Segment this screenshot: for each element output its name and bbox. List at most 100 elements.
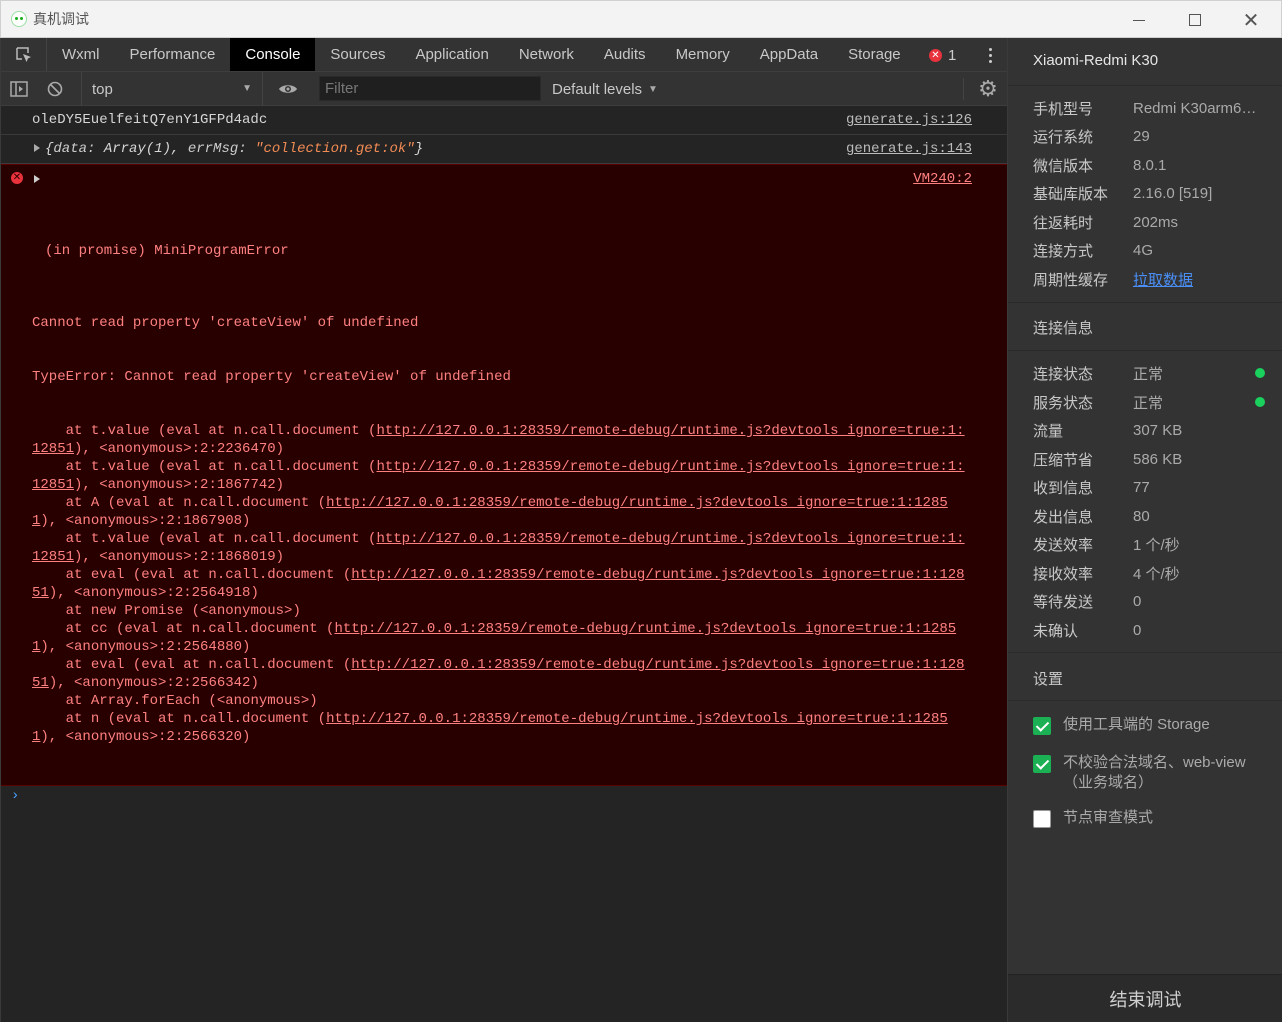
divider <box>1008 652 1282 653</box>
error-count: 1 <box>948 46 957 64</box>
error-source-link[interactable]: VM240:2 <box>913 170 972 188</box>
kebab-dot-icon <box>988 59 992 63</box>
stack-frame-text: at eval (eval at n.call.document ( <box>32 657 352 673</box>
close-button[interactable]: ✕ <box>1223 1 1279 39</box>
clear-console-button[interactable] <box>37 72 73 106</box>
info-value: 80 <box>1133 507 1150 525</box>
conn-row-receive-rate: 接收效率 4 个/秒 <box>1033 562 1263 584</box>
expand-arrow-icon[interactable] <box>34 144 40 152</box>
end-debugging-button[interactable]: 结束调试 <box>1008 974 1282 1022</box>
stack-frame-text: ), <anonymous>:2:2236470) <box>74 441 285 457</box>
setting-use-tool-storage[interactable]: 使用工具端的 Storage <box>1033 715 1263 735</box>
tab-sources[interactable]: Sources <box>315 38 400 71</box>
divider <box>1008 85 1282 86</box>
object-preview[interactable]: {data: Array(1), errMsg: "collection.get… <box>45 141 423 157</box>
window-titlebar: 真机调试 ✕ <box>0 0 1282 38</box>
info-value: 正常 <box>1133 394 1164 412</box>
close-icon: ✕ <box>1242 8 1260 32</box>
setting-label: 使用工具端的 Storage <box>1063 716 1210 733</box>
device-info-panel: Xiaomi-Redmi K30 手机型号 Redmi K30arm64... 运… <box>1007 38 1282 1022</box>
live-expression-button[interactable] <box>271 72 305 106</box>
info-label: 接收效率 <box>1033 565 1094 583</box>
tab-performance[interactable]: Performance <box>115 38 231 71</box>
tab-appdata[interactable]: AppData <box>745 38 833 71</box>
devtools-tabbar: Wxml Performance Console Sources Applica… <box>1 38 1007 72</box>
stack-frame-text: at n (eval at n.call.document ( <box>32 711 327 727</box>
error-message: Cannot read property 'createView' of und… <box>32 315 419 331</box>
console-prompt[interactable]: › <box>1 786 1008 804</box>
conn-row-service-status: 服务状态 正常 <box>1033 391 1265 413</box>
error-type-line: TypeError: Cannot read property 'createV… <box>32 369 511 385</box>
stack-frame: at eval (eval at n.call.document (http:/… <box>32 656 972 692</box>
divider <box>1008 350 1282 351</box>
log-levels-label: Default levels <box>552 80 643 98</box>
info-value: 4 个/秒 <box>1133 565 1180 583</box>
info-label: 微信版本 <box>1033 157 1094 175</box>
stack-frame: at cc (eval at n.call.document (http://1… <box>32 620 972 656</box>
info-value: 29 <box>1133 127 1150 145</box>
expand-arrow-icon[interactable] <box>34 175 40 183</box>
inspect-icon <box>15 46 31 62</box>
info-value: 0 <box>1133 621 1142 639</box>
info-value: 0 <box>1133 592 1142 610</box>
log-source-link[interactable]: generate.js:143 <box>846 140 972 158</box>
info-label: 发出信息 <box>1033 508 1094 526</box>
info-row-lib-version: 基础库版本 2.16.0 [519] <box>1033 182 1263 204</box>
context-selector[interactable]: top ▼ <box>81 72 263 106</box>
error-count-badge[interactable]: ✕ 1 <box>929 38 956 72</box>
error-stack-trace: at t.value (eval at n.call.document (htt… <box>32 422 972 746</box>
checkbox-checked-icon[interactable] <box>1033 717 1051 735</box>
info-label: 压缩节省 <box>1033 451 1094 469</box>
conn-row-sent: 发出信息 80 <box>1033 505 1263 527</box>
info-value: 1 个/秒 <box>1133 536 1180 554</box>
info-value: 4G <box>1133 241 1154 259</box>
tab-memory[interactable]: Memory <box>661 38 745 71</box>
minimize-button[interactable] <box>1111 1 1167 39</box>
tab-storage[interactable]: Storage <box>833 38 916 71</box>
inspect-element-button[interactable] <box>1 38 47 71</box>
tab-console[interactable]: Console <box>230 38 316 71</box>
context-value: top <box>92 80 113 98</box>
info-label: 收到信息 <box>1033 479 1094 497</box>
stack-frame-text: ), <anonymous>:2:1867742) <box>74 477 285 493</box>
stack-frame-text: at new Promise (<anonymous>) <box>32 603 301 619</box>
status-ok-indicator <box>1255 397 1265 407</box>
stack-frame: at Array.forEach (<anonymous>) <box>32 692 972 710</box>
maximize-button[interactable] <box>1167 1 1223 39</box>
info-label: 手机型号 <box>1033 100 1094 118</box>
setting-skip-domain-check[interactable]: 不校验合法域名、web-view（业务域名） <box>1033 753 1263 793</box>
stack-frame-text: at cc (eval at n.call.document ( <box>32 621 335 637</box>
checkbox-unchecked-icon[interactable] <box>1033 810 1051 828</box>
fetch-data-link[interactable]: 拉取数据 <box>1133 269 1258 290</box>
tab-application[interactable]: Application <box>400 38 503 71</box>
info-label: 往返耗时 <box>1033 214 1094 232</box>
info-label: 运行系统 <box>1033 128 1094 146</box>
maximize-icon <box>1189 14 1201 26</box>
setting-label: 不校验合法域名、web-view（业务域名） <box>1063 754 1246 791</box>
info-label: 连接方式 <box>1033 242 1094 260</box>
info-value: 77 <box>1133 478 1150 496</box>
stack-frame-text: at eval (eval at n.call.document ( <box>32 567 352 583</box>
devtools-panel: Wxml Performance Console Sources Applica… <box>0 38 1008 1022</box>
stack-frame-text: at t.value (eval at n.call.document ( <box>32 423 377 439</box>
more-options-button[interactable] <box>979 38 1001 72</box>
log-levels-dropdown[interactable]: Default levels ▼ <box>552 72 658 106</box>
tab-audits[interactable]: Audits <box>589 38 661 71</box>
stack-frame-text: ), <anonymous>:2:2566342) <box>48 675 259 691</box>
object-string-value: "collection.get:ok" <box>246 141 415 157</box>
checkbox-checked-icon[interactable] <box>1033 755 1051 773</box>
stack-frame: at t.value (eval at n.call.document (htt… <box>32 458 972 494</box>
eye-icon <box>279 85 297 93</box>
console-log-message: oleDY5EuelfeitQ7enY1GFPd4adc generate.js… <box>1 106 1008 135</box>
setting-node-inspect-mode[interactable]: 节点审查模式 <box>1033 808 1263 828</box>
info-row-os: 运行系统 29 <box>1033 125 1263 147</box>
conn-row-unconfirmed: 未确认 0 <box>1033 619 1263 641</box>
console-settings-button[interactable]: ⚙ <box>975 72 1001 106</box>
error-heading[interactable]: (in promise) MiniProgramError <box>32 242 972 260</box>
filter-input[interactable] <box>319 76 541 101</box>
log-source-link[interactable]: generate.js:126 <box>846 111 972 129</box>
toggle-sidebar-button[interactable] <box>1 72 37 106</box>
tab-wxml[interactable]: Wxml <box>47 38 115 71</box>
tab-network[interactable]: Network <box>504 38 589 71</box>
console-output: oleDY5EuelfeitQ7enY1GFPd4adc generate.js… <box>1 106 1008 804</box>
